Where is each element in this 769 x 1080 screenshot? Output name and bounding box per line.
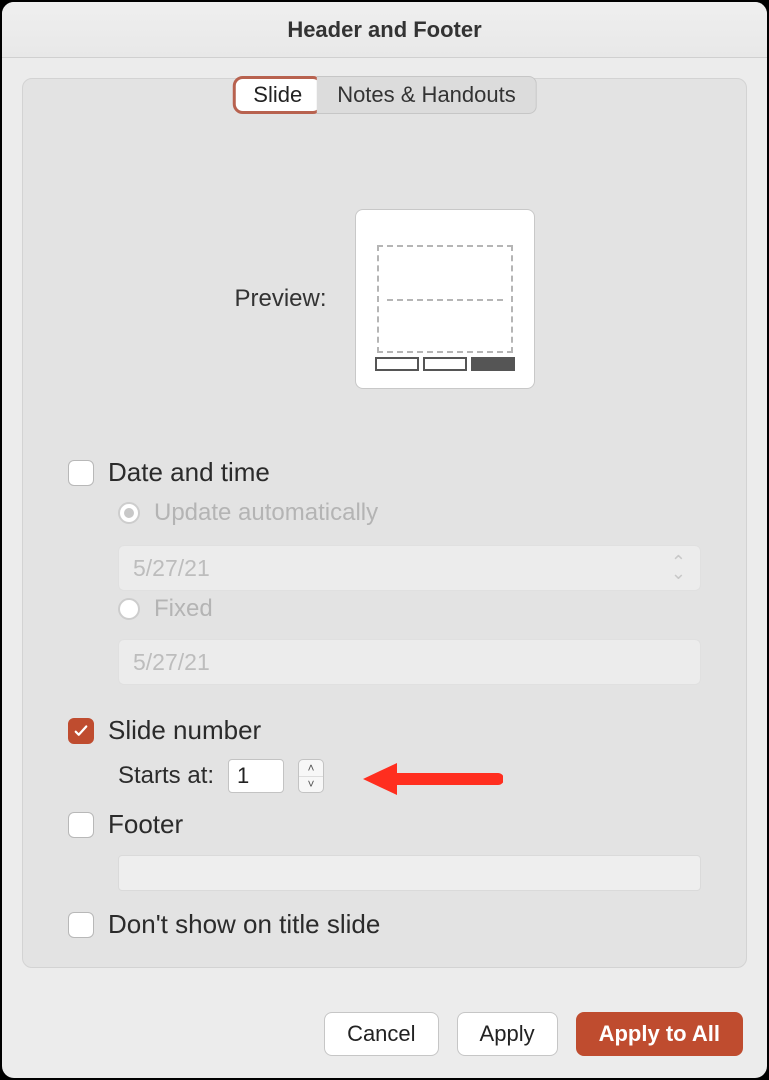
dont-show-label: Don't show on title slide — [108, 909, 380, 940]
preview-ph-slideno — [471, 357, 515, 371]
cancel-button[interactable]: Cancel — [324, 1012, 438, 1056]
preview-ph-date — [375, 357, 419, 371]
update-auto-field-wrap: 5/27/21 ⌃⌄ — [118, 545, 701, 591]
fixed-label: Fixed — [154, 595, 213, 623]
fixed-date-value: 5/27/21 — [133, 649, 210, 676]
header-footer-dialog: Header and Footer Slide Notes & Handouts… — [2, 2, 767, 1078]
stepper-up-icon[interactable]: ˄ — [299, 760, 323, 777]
footer-input[interactable] — [118, 855, 701, 891]
options-panel: Preview: Date and time — [22, 78, 747, 968]
starts-at-stepper[interactable]: ˄ ˅ — [298, 759, 324, 793]
tab-slide[interactable]: Slide — [232, 76, 323, 114]
update-auto-label: Update automatically — [154, 499, 378, 527]
tab-bar: Slide Notes & Handouts — [232, 76, 536, 114]
dialog-title: Header and Footer — [2, 2, 767, 58]
dont-show-checkbox[interactable] — [68, 912, 94, 938]
tab-notes-handouts[interactable]: Notes & Handouts — [317, 76, 537, 114]
auto-date-value: 5/27/21 — [133, 555, 210, 582]
preview-box — [355, 209, 535, 389]
update-auto-row: Update automatically — [118, 499, 701, 527]
stepper-down-icon[interactable]: ˅ — [299, 777, 323, 793]
slide-number-row: Slide number — [68, 715, 701, 746]
slide-number-checkbox[interactable] — [68, 718, 94, 744]
auto-date-select[interactable]: 5/27/21 ⌃⌄ — [118, 545, 701, 591]
starts-at-input[interactable]: 1 — [228, 759, 284, 793]
preview-inner — [377, 245, 513, 353]
update-auto-radio[interactable] — [118, 502, 140, 524]
fixed-date-input[interactable]: 5/27/21 — [118, 639, 701, 685]
dont-show-row: Don't show on title slide — [68, 909, 701, 940]
dialog-content: Slide Notes & Handouts Preview: — [2, 58, 767, 1078]
footer-checkbox[interactable] — [68, 812, 94, 838]
date-time-row: Date and time — [68, 457, 701, 488]
preview-label: Preview: — [234, 285, 326, 313]
check-icon — [72, 722, 90, 740]
slide-number-label: Slide number — [108, 715, 261, 746]
starts-at-row: Starts at: 1 ˄ ˅ — [118, 759, 324, 793]
button-bar: Cancel Apply Apply to All — [324, 1012, 743, 1056]
date-time-checkbox[interactable] — [68, 460, 94, 486]
date-time-label: Date and time — [108, 457, 270, 488]
preview-section: Preview: — [68, 209, 701, 389]
apply-all-button[interactable]: Apply to All — [576, 1012, 743, 1056]
apply-button[interactable]: Apply — [457, 1012, 558, 1056]
annotation-arrow-icon — [363, 759, 503, 799]
fixed-row: Fixed — [118, 595, 701, 623]
fixed-radio[interactable] — [118, 598, 140, 620]
footer-label: Footer — [108, 809, 183, 840]
fixed-date-wrap: 5/27/21 — [118, 639, 701, 685]
chevron-updown-icon: ⌃⌄ — [671, 557, 686, 579]
preview-ph-footer — [423, 357, 467, 371]
starts-at-label: Starts at: — [118, 762, 214, 790]
footer-row: Footer — [68, 809, 701, 840]
